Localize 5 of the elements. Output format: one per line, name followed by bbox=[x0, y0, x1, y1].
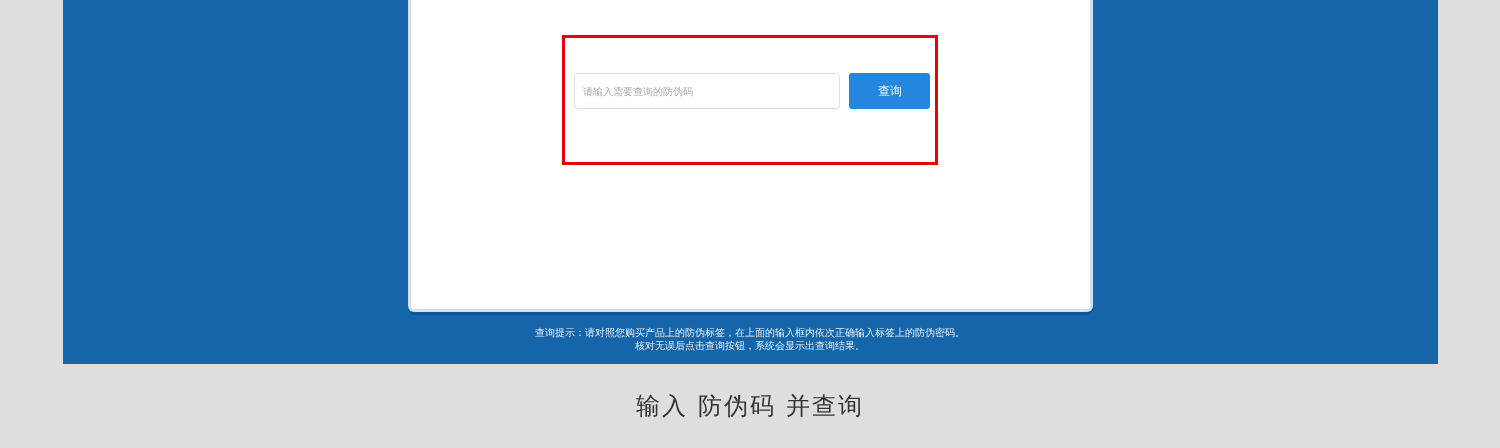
hint-text: 查询提示：请对照您购买产品上的防伪标签，在上面的输入框内依次正确输入标签上的防伪密码。 bbox=[535, 326, 965, 339]
code-input-field[interactable]: 请输入需要查询的防伪码 bbox=[574, 73, 840, 109]
query-button[interactable]: 查询 bbox=[849, 73, 930, 109]
caption-text: 输入 防伪码 并查询 bbox=[636, 391, 864, 422]
hint-text: 核对无误后点击查询按钮，系统会显示出查询结果。 bbox=[635, 339, 865, 352]
